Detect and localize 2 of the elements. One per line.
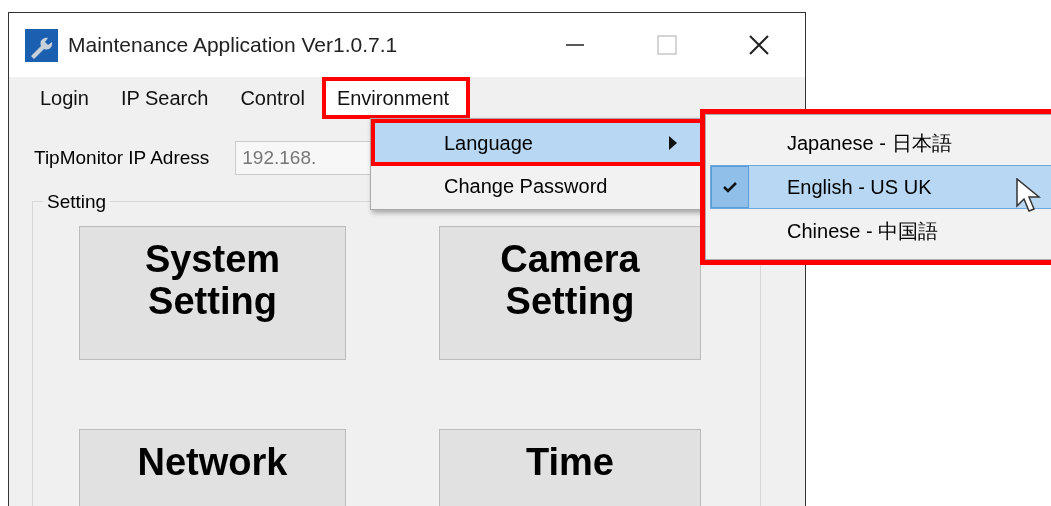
ip-address-label: TipMonitor IP Adress	[34, 145, 210, 170]
window-title: Maintenance Application Ver1.0.7.1	[68, 32, 398, 59]
